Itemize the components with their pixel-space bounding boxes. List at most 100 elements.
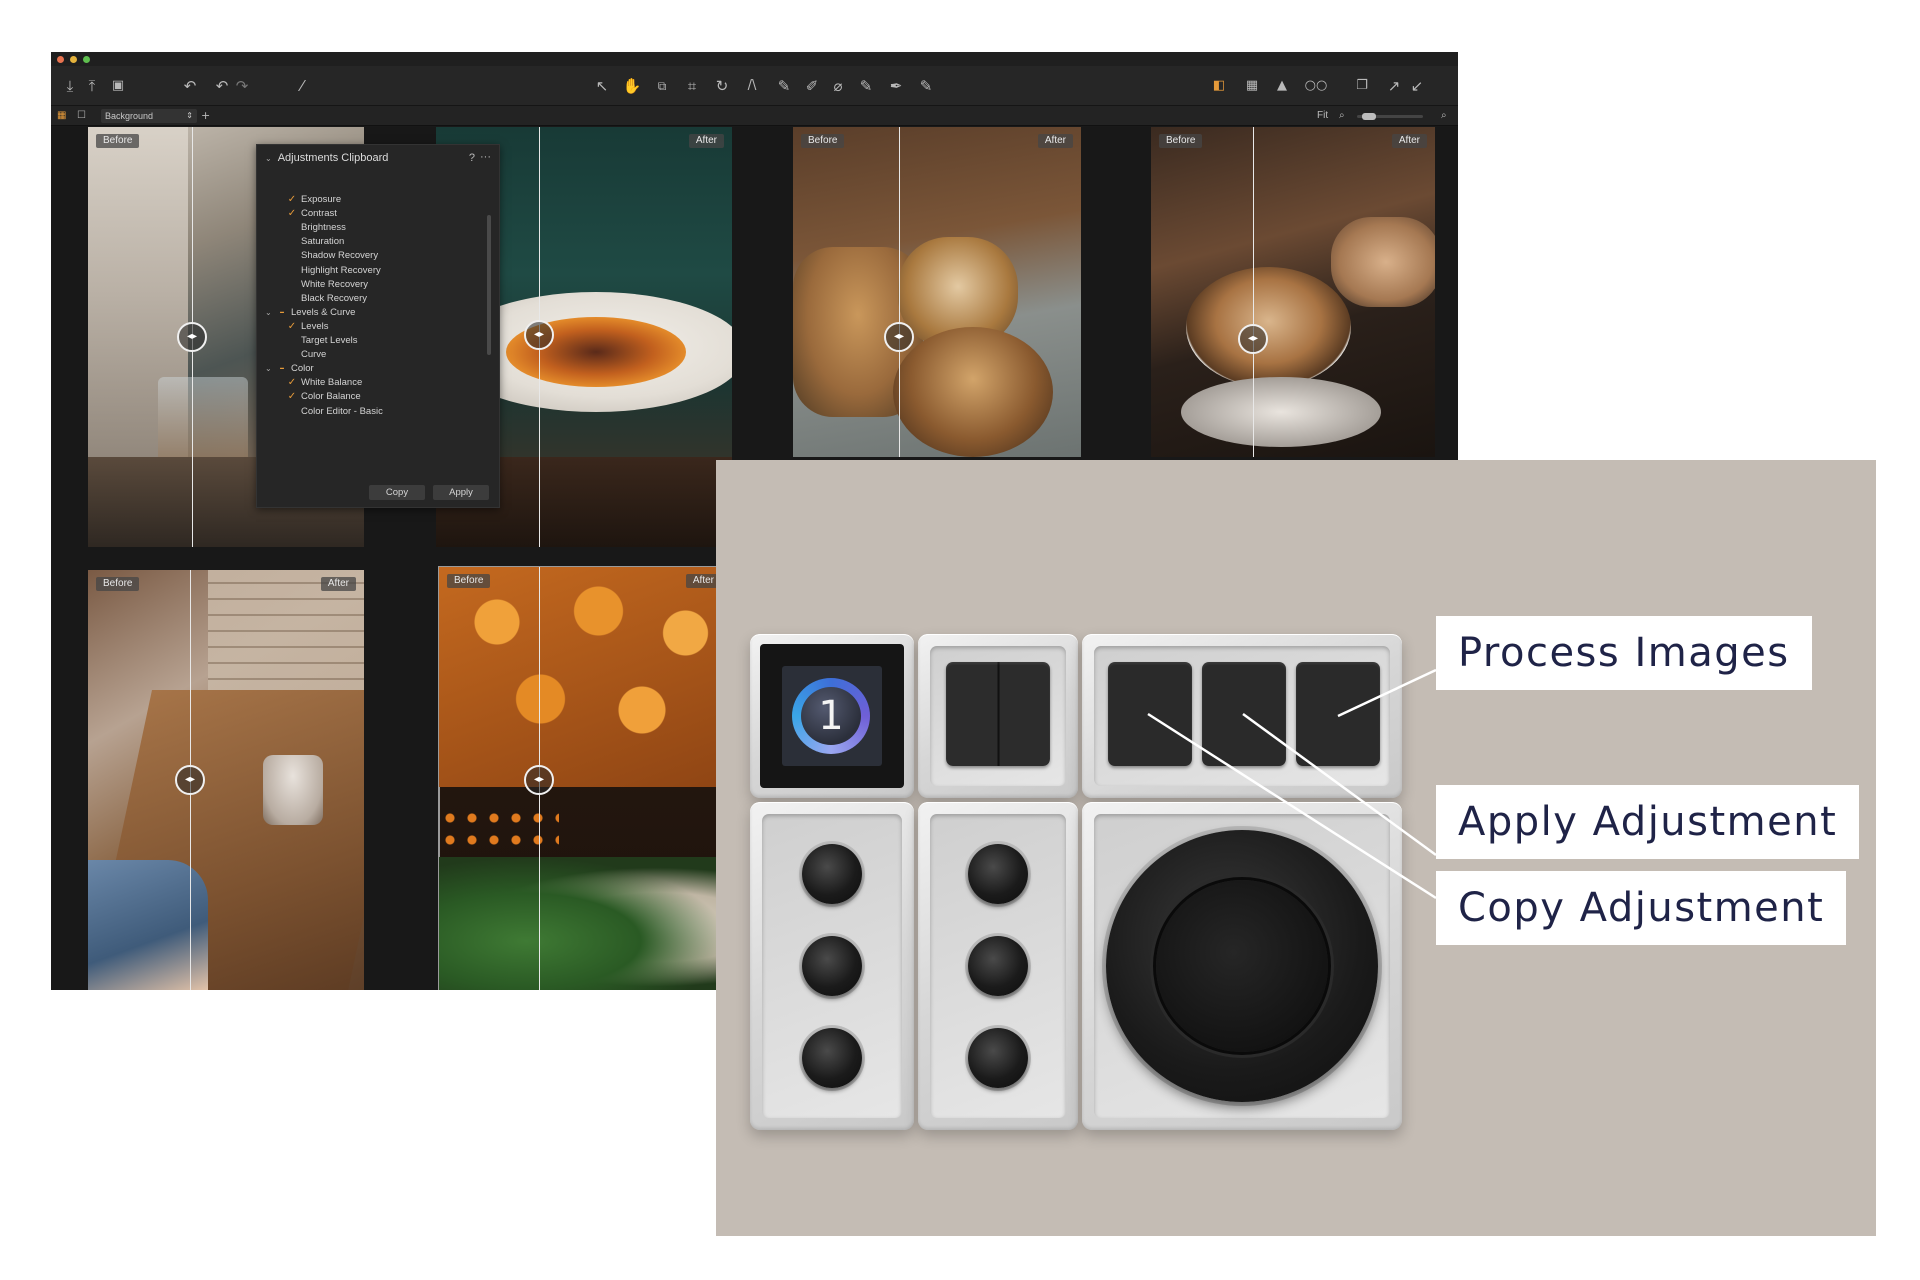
clipboard-item[interactable]: ✓ Contrast — [265, 207, 465, 221]
compare-view-icon[interactable]: ◧ — [1208, 75, 1230, 97]
crop-icon[interactable]: ⌗ — [681, 75, 703, 97]
multi-view-icon[interactable]: ▦ — [57, 108, 66, 124]
main-toolbar: ⤓ ⤒ ▣ ↶ ↶ ↷ ⁄ ↖ ✋ ⧉ ⌗ ↻ /\ ✎ ✐ ⌀ ✎ ✒ ✎ ◧… — [51, 66, 1458, 106]
item-checkbox[interactable] — [287, 280, 297, 290]
zoom-in-icon[interactable]: ⌕ — [1441, 108, 1447, 124]
split-divider[interactable] — [899, 127, 900, 457]
zoom-slider-thumb[interactable] — [1362, 113, 1377, 120]
item-checkbox[interactable] — [287, 223, 297, 233]
zoom-slider[interactable] — [1357, 113, 1423, 120]
after-label: After — [320, 577, 356, 591]
minimize-window-button[interactable] — [70, 56, 77, 63]
clipboard-group[interactable]: ⌄ – Levels & Curve — [265, 306, 465, 320]
proof-glasses-icon[interactable]: ○○ — [1301, 75, 1331, 97]
item-checkbox[interactable] — [287, 336, 297, 346]
grid-view-icon[interactable]: ▦ — [1241, 75, 1263, 97]
clipboard-item-label: Saturation — [301, 236, 345, 248]
clipboard-item[interactable]: Color Editor - Basic — [265, 405, 465, 419]
crop-mask-icon[interactable]: ⧉ — [651, 75, 673, 97]
clipboard-item[interactable]: Curve — [265, 348, 465, 362]
item-checkbox[interactable] — [287, 407, 297, 417]
item-checkbox[interactable]: ✓ — [287, 392, 297, 402]
zoom-out-icon[interactable]: ⌕ — [1339, 108, 1345, 124]
undo-icon[interactable]: ↶ — [211, 75, 233, 97]
viewer-subbar: ▦ ☐ Background ⇕ + Fit ⌕ ⌕ — [51, 106, 1458, 126]
close-window-button[interactable] — [57, 56, 64, 63]
copy-button[interactable]: Copy — [369, 485, 425, 500]
chevron-down-icon[interactable]: ⌄ — [265, 362, 275, 376]
split-handle-icon[interactable]: ◂▸ — [1238, 324, 1268, 354]
add-icon[interactable]: + — [201, 108, 210, 124]
split-handle-icon[interactable]: ◂▸ — [524, 320, 554, 350]
item-checkbox[interactable] — [287, 350, 297, 360]
split-handle-icon[interactable]: ◂▸ — [884, 322, 914, 352]
clipboard-item[interactable]: ✓ Color Balance — [265, 390, 465, 404]
camera-icon[interactable]: ▣ — [107, 75, 129, 97]
group-partial-checkbox[interactable]: – — [277, 364, 287, 374]
clipboard-item-label: Color Balance — [301, 391, 361, 403]
item-checkbox[interactable]: ✓ — [287, 378, 297, 388]
item-checkbox[interactable]: ✓ — [287, 321, 297, 332]
pan-hand-icon[interactable]: ✋ — [621, 75, 643, 97]
clipboard-title[interactable]: ⌄ Adjustments Clipboard — [265, 151, 388, 166]
undo-history-icon[interactable]: ↶ — [179, 75, 201, 97]
export-icon[interactable]: ⤒ — [81, 75, 103, 97]
group-partial-checkbox[interactable]: – — [277, 307, 287, 318]
item-checkbox[interactable]: ✓ — [287, 195, 297, 205]
process-callout-line — [1337, 668, 1437, 718]
clipboard-item[interactable]: ✓ Levels — [265, 320, 465, 334]
single-view-icon[interactable]: ☐ — [77, 108, 86, 124]
photo-tile[interactable]: Before After ◂▸ — [793, 127, 1081, 457]
clipboard-item[interactable]: Brightness — [265, 221, 465, 235]
chevron-updown-icon: ⇕ — [186, 111, 193, 120]
expand-icon[interactable]: ↗ — [1383, 75, 1405, 97]
windows-icon[interactable]: ❐ — [1351, 75, 1373, 97]
item-checkbox[interactable] — [287, 294, 297, 304]
zoom-fit-label[interactable]: Fit — [1317, 109, 1328, 123]
clipboard-item[interactable]: Highlight Recovery — [265, 264, 465, 278]
apply-button[interactable]: Apply — [433, 485, 489, 500]
clipboard-scrollbar[interactable] — [487, 215, 491, 355]
spot-heal-icon[interactable]: ✎ — [855, 75, 877, 97]
clipboard-item[interactable]: Saturation — [265, 235, 465, 249]
clipboard-item[interactable]: ✓ White Balance — [265, 376, 465, 390]
clipboard-item-label: Brightness — [301, 222, 346, 234]
eraser-icon[interactable]: ✐ — [801, 75, 823, 97]
magic-wand-icon[interactable]: ⁄ — [291, 75, 313, 97]
clipboard-item-label: Color Editor - Basic — [301, 405, 383, 417]
more-options-icon[interactable]: ··· — [480, 150, 491, 164]
clipboard-item[interactable]: White Recovery — [265, 278, 465, 292]
clipboard-item[interactable]: Shadow Recovery — [265, 249, 465, 263]
picker-icon[interactable]: ✒ — [885, 75, 907, 97]
item-checkbox[interactable] — [287, 237, 297, 247]
collapse-icon[interactable]: ↙ — [1406, 75, 1428, 97]
photo-tile[interactable]: Before After ◂▸ — [88, 570, 364, 990]
keystone-icon[interactable]: /\ — [741, 75, 763, 97]
item-checkbox[interactable] — [287, 266, 297, 276]
photo-tile[interactable]: Before After ◂▸ — [1151, 127, 1435, 457]
rotate-icon[interactable]: ↻ — [711, 75, 733, 97]
split-handle-icon[interactable]: ◂▸ — [524, 765, 554, 795]
split-handle-icon[interactable]: ◂▸ — [175, 765, 205, 795]
item-checkbox[interactable]: ✓ — [287, 209, 297, 219]
redo-icon[interactable]: ↷ — [231, 75, 253, 97]
brush-icon[interactable]: ✎ — [773, 75, 795, 97]
help-icon[interactable]: ? — [469, 151, 475, 165]
exposure-warning-icon[interactable]: ▲ — [1271, 75, 1293, 97]
chevron-down-icon[interactable]: ⌄ — [265, 306, 275, 320]
split-handle-icon[interactable]: ◂▸ — [177, 322, 207, 352]
photo-tile-selected[interactable]: Before After ◂▸ — [438, 566, 730, 990]
split-divider[interactable] — [1253, 127, 1254, 457]
clipboard-item[interactable]: Black Recovery — [265, 292, 465, 306]
annotate-icon[interactable]: ✎ — [915, 75, 937, 97]
maximize-window-button[interactable] — [83, 56, 90, 63]
style-select-value: Background — [105, 111, 154, 121]
select-cursor-icon[interactable]: ↖ — [591, 75, 613, 97]
import-icon[interactable]: ⤓ — [59, 75, 81, 97]
clipboard-group[interactable]: ⌄ – Color — [265, 362, 465, 376]
clipboard-item[interactable]: Target Levels — [265, 334, 465, 348]
item-checkbox[interactable] — [287, 251, 297, 261]
clipboard-item[interactable]: ✓ Exposure — [265, 193, 465, 207]
gradient-icon[interactable]: ⌀ — [827, 75, 849, 97]
style-select[interactable]: Background ⇕ — [101, 109, 197, 123]
